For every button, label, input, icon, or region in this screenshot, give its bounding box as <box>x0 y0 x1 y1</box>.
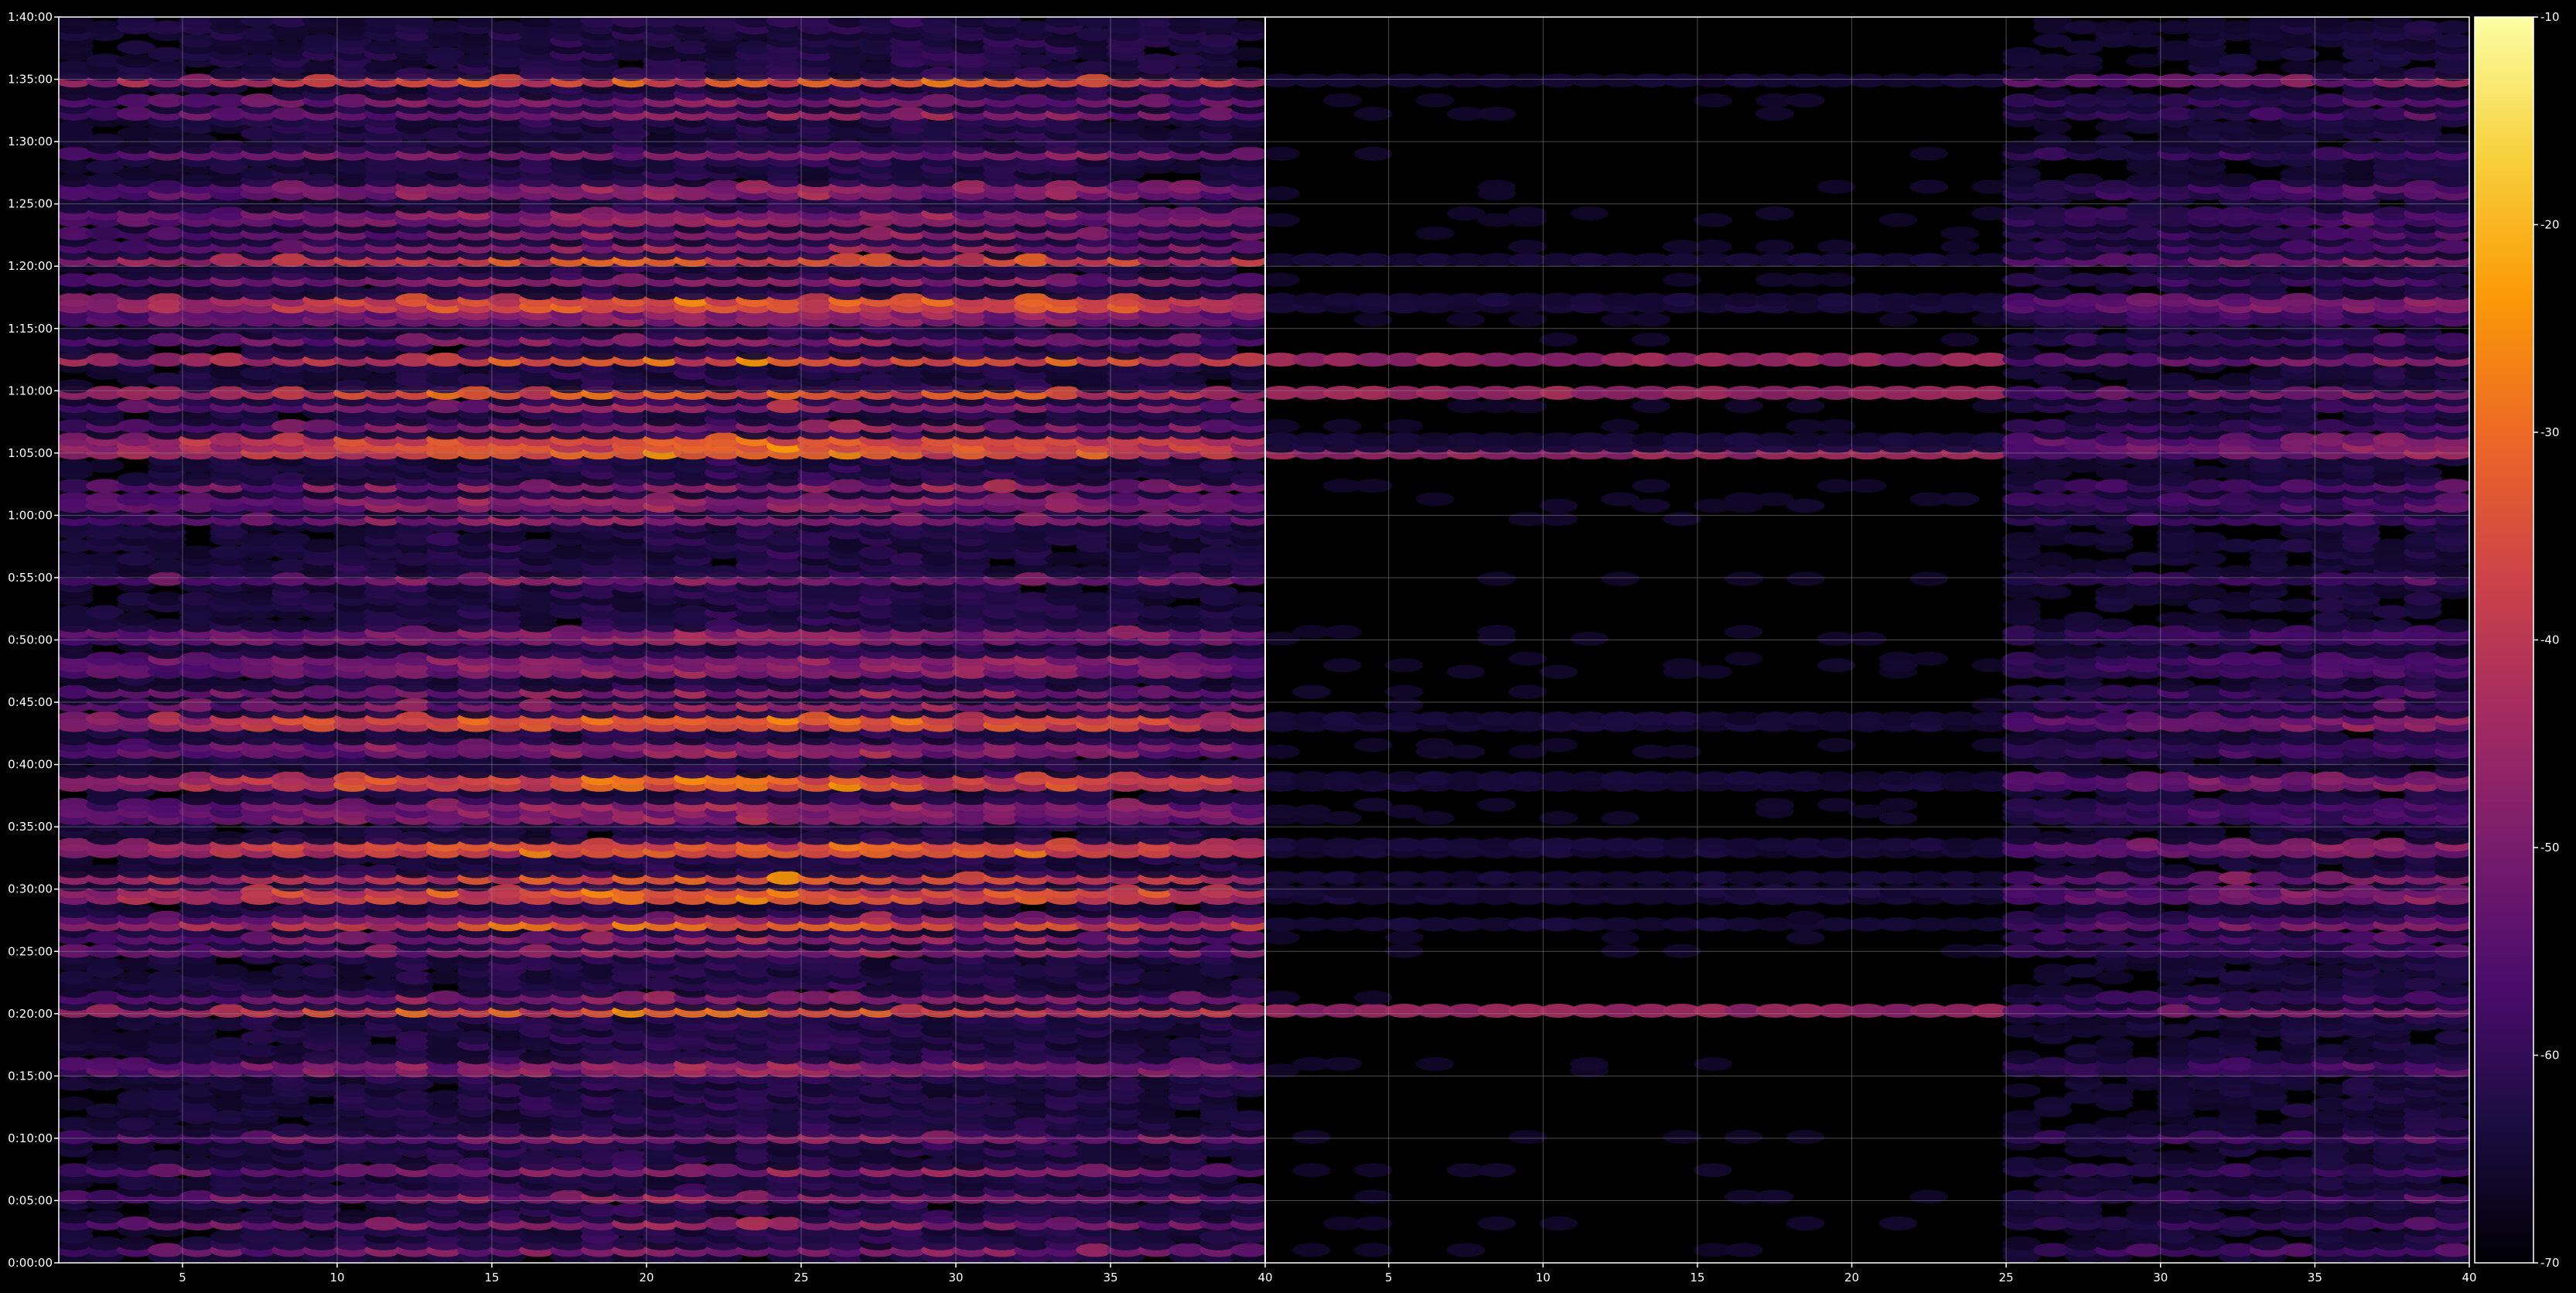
spectrogram-figure: 0:00:000:05:000:10:000:15:000:20:000:25:… <box>0 0 2576 1293</box>
heatmap-cell <box>86 459 125 473</box>
